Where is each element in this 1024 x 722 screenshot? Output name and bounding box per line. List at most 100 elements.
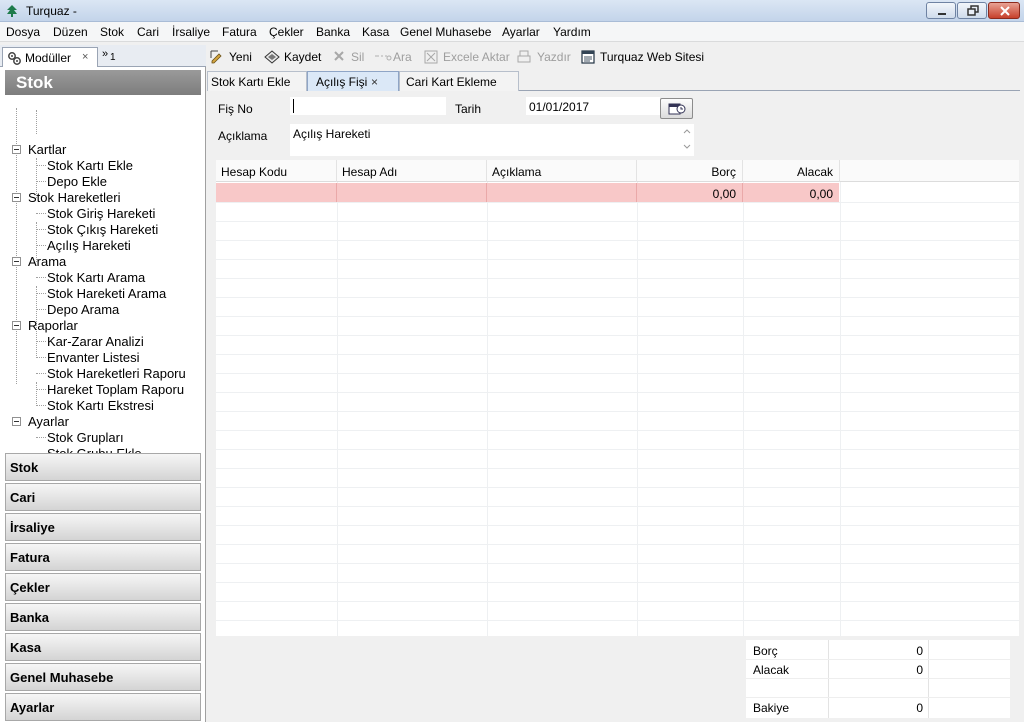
menu-ayarlar[interactable]: Ayarlar (502, 25, 540, 39)
tarih-input[interactable]: 01/01/2017 (526, 97, 660, 115)
tree-group-arama[interactable]: Arama (28, 254, 66, 269)
menu-irsaliye[interactable]: İrsaliye (172, 25, 210, 39)
menu-fatura[interactable]: Fatura (222, 25, 257, 39)
aciklama-label: Açıklama (218, 129, 268, 143)
tree-item-depo-ekle[interactable]: Depo Ekle (47, 174, 107, 189)
tab-moduller-label: Modüller (25, 51, 72, 65)
tree-item-hareket-toplam-raporu[interactable]: Hareket Toplam Raporu (47, 382, 184, 397)
search-button[interactable]: Ara (393, 50, 412, 64)
module-button-ayarlar[interactable]: Ayarlar (5, 693, 201, 721)
cell-alacak[interactable]: 0,00 (743, 183, 839, 202)
module-button-cari[interactable]: Cari (5, 483, 201, 511)
print-icon (517, 50, 531, 63)
menu-yardim[interactable]: Yardım (553, 25, 591, 39)
module-button-fatura[interactable]: Fatura (5, 543, 201, 571)
tab-moduller[interactable]: Modüller × (2, 47, 98, 67)
column-header-aciklama[interactable]: Açıklama (487, 160, 637, 182)
transaction-grid[interactable]: Hesap Kodu Hesap Adı Açıklama Borç Alaca… (216, 160, 1019, 636)
tree-item-kar-zarar-analizi[interactable]: Kar-Zarar Analizi (47, 334, 144, 349)
menu-duzen[interactable]: Düzen (53, 25, 88, 39)
date-picker-button[interactable] (660, 98, 693, 119)
tree-item-depo-arama[interactable]: Depo Arama (47, 302, 119, 317)
totals-row-line (746, 678, 1010, 679)
menu-dosya[interactable]: Dosya (6, 25, 40, 39)
close-button[interactable] (988, 2, 1020, 19)
tree-group-stok-hareketleri[interactable]: Stok Hareketleri (28, 190, 120, 205)
tab-stok-karti-ekle[interactable]: Stok Kartı Ekle (207, 71, 307, 91)
menu-kasa[interactable]: Kasa (362, 25, 389, 39)
menu-genel-muhasebe[interactable]: Genel Muhasebe (400, 25, 491, 39)
column-header-hesap-adi[interactable]: Hesap Adı (337, 160, 487, 182)
tree-guide-line (36, 277, 46, 278)
column-header-alacak[interactable]: Alacak (743, 160, 840, 182)
tab-close-icon[interactable]: × (371, 75, 378, 89)
cell-hesap-adi[interactable] (337, 183, 487, 202)
tab-acilis-fisi[interactable]: Açılış Fişi × (307, 71, 399, 91)
tree-item-stok-karti-ekle[interactable]: Stok Kartı Ekle (47, 158, 133, 173)
module-button-stok[interactable]: Stok (5, 453, 201, 481)
cell-borc[interactable]: 0,00 (637, 183, 743, 202)
tab-overflow-count: 1 (110, 52, 116, 63)
restore-button[interactable] (957, 2, 987, 19)
tree-item-envanter-listesi[interactable]: Envanter Listesi (47, 350, 140, 365)
module-button-banka[interactable]: Banka (5, 603, 201, 631)
restore-icon (967, 5, 979, 16)
menu-banka[interactable]: Banka (316, 25, 350, 39)
module-button-label: Cari (10, 490, 36, 505)
tree-collapse-icon[interactable] (12, 145, 21, 154)
module-button-cekler[interactable]: Çekler (5, 573, 201, 601)
fis-no-input[interactable] (290, 97, 446, 115)
tree-guide-line (36, 357, 46, 358)
tree-guide-line (36, 382, 37, 406)
module-button-label: Fatura (10, 550, 50, 565)
aciklama-textarea[interactable]: Açılış Hareketi (290, 124, 694, 156)
table-row[interactable]: 0,00 0,00 (216, 183, 839, 202)
tarih-label: Tarih (455, 102, 482, 116)
save-button[interactable]: Kaydet (284, 50, 321, 64)
tree-item-stok-karti-arama[interactable]: Stok Kartı Arama (47, 270, 145, 285)
delete-button[interactable]: Sil (351, 50, 364, 64)
column-header-label: Alacak (796, 165, 833, 179)
tab-label: Açılış Fişi (316, 75, 368, 89)
tree-guide-line (36, 165, 46, 166)
new-button[interactable]: Yeni (229, 50, 252, 64)
tree-guide-line (36, 229, 46, 230)
tree-collapse-icon[interactable] (12, 321, 21, 330)
tree-item-stok-karti-ekstresi[interactable]: Stok Kartı Ekstresi (47, 398, 154, 413)
tree-group-raporlar[interactable]: Raporlar (28, 318, 78, 333)
print-button[interactable]: Yazdır (537, 50, 571, 64)
menu-cekler[interactable]: Çekler (269, 25, 304, 39)
textarea-scrollbar[interactable] (680, 124, 694, 156)
tree-item-stok-hareketi-arama[interactable]: Stok Hareketi Arama (47, 286, 166, 301)
tree-group-ayarlar[interactable]: Ayarlar (28, 414, 69, 429)
tree-item-stok-hareketleri-raporu[interactable]: Stok Hareketleri Raporu (47, 366, 186, 381)
module-button-genel-muhasebe[interactable]: Genel Muhasebe (5, 663, 201, 691)
tab-close-icon[interactable]: × (82, 51, 88, 63)
column-header-hesap-kodu[interactable]: Hesap Kodu (216, 160, 337, 182)
tree-collapse-icon[interactable] (12, 417, 21, 426)
menu-stok[interactable]: Stok (100, 25, 124, 39)
tree-guide-line (36, 213, 46, 214)
cell-aciklama[interactable] (487, 183, 637, 202)
website-button[interactable]: Turquaz Web Sitesi (600, 50, 704, 64)
module-button-irsaliye[interactable]: İrsaliye (5, 513, 201, 541)
grid-column-line (487, 182, 488, 636)
tree-item-acilis-hareketi[interactable]: Açılış Hareketi (47, 238, 131, 253)
export-excel-button[interactable]: Excele Aktar (443, 50, 510, 64)
column-header-borc[interactable]: Borç (637, 160, 743, 182)
grid-row-line (216, 259, 1019, 260)
menu-cari[interactable]: Cari (137, 25, 159, 39)
tree-guide-line (36, 245, 46, 246)
tab-overflow-icon[interactable]: » (102, 48, 108, 60)
section-header-title: Stok (16, 73, 53, 92)
tab-cari-kart-ekleme[interactable]: Cari Kart Ekleme (399, 71, 519, 91)
cell-hesap-kodu[interactable] (216, 183, 337, 202)
tree-collapse-icon[interactable] (12, 193, 21, 202)
tree-collapse-icon[interactable] (12, 257, 21, 266)
module-button-kasa[interactable]: Kasa (5, 633, 201, 661)
tree-item-stok-gruplari[interactable]: Stok Grupları (47, 430, 124, 445)
minimize-button[interactable] (926, 2, 956, 19)
tree-item-stok-giris-hareketi[interactable]: Stok Giriş Hareketi (47, 206, 155, 221)
tree-item-stok-cikis-hareketi[interactable]: Stok Çıkış Hareketi (47, 222, 158, 237)
tree-group-kartlar[interactable]: Kartlar (28, 142, 66, 157)
